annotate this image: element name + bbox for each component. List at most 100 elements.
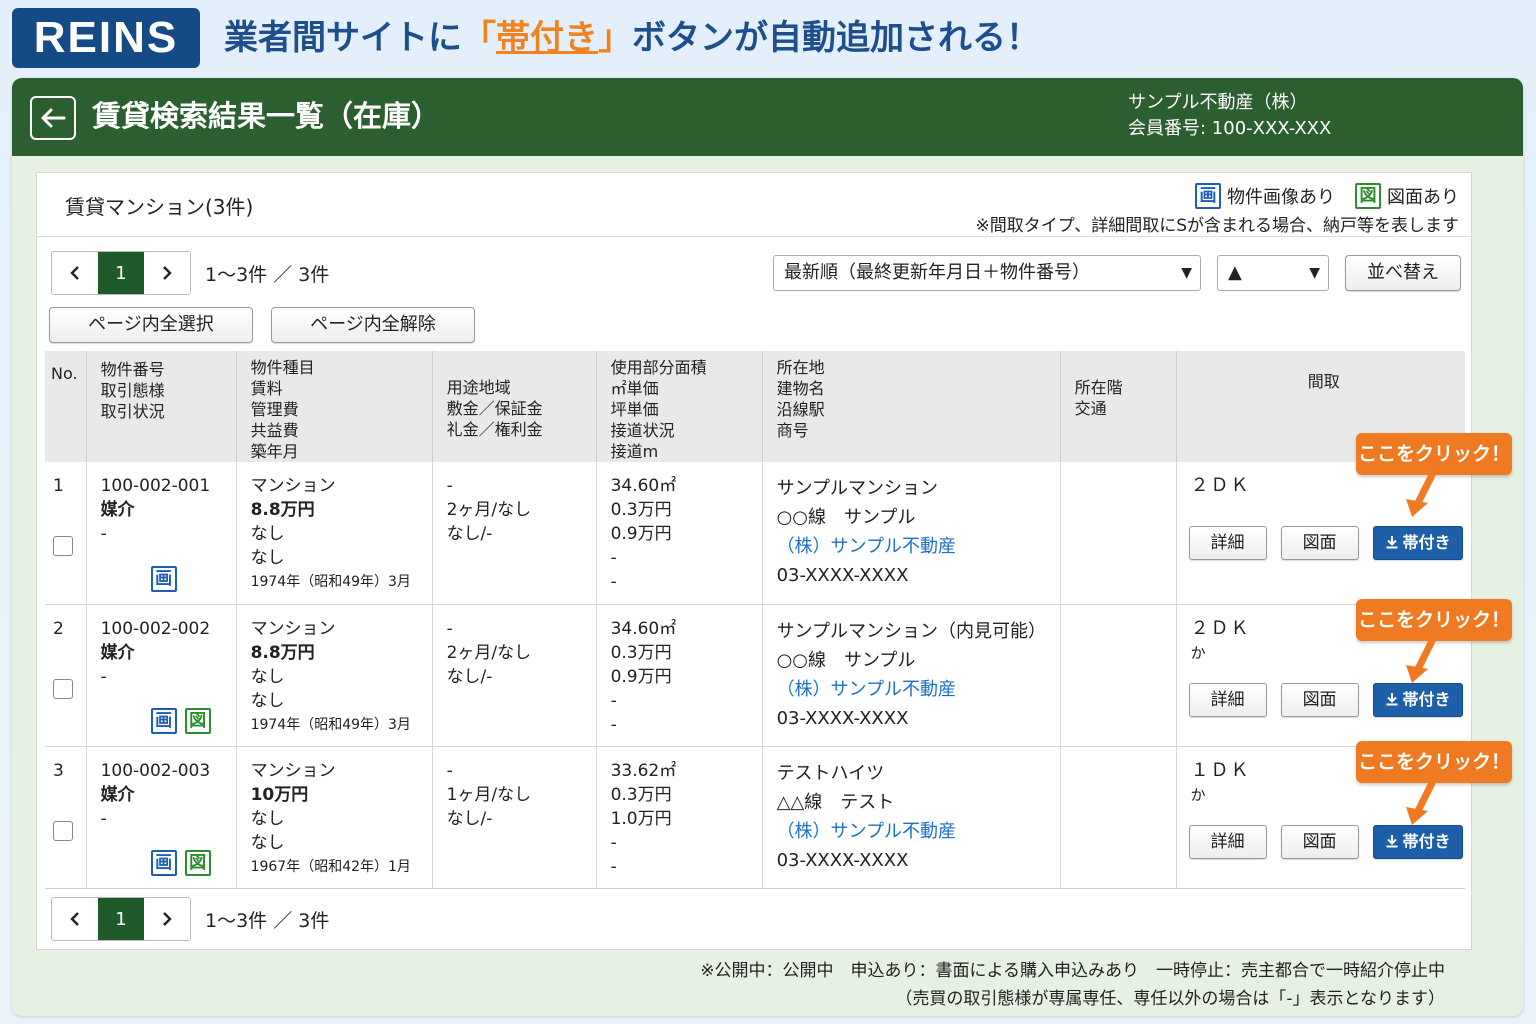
legend-note: ※間取タイプ、詳細間取にSが含まれる場合、納戸等を表します bbox=[975, 216, 1459, 236]
plan-button[interactable]: 図面 bbox=[1280, 824, 1359, 859]
headline-highlight: 帯付き bbox=[496, 18, 598, 58]
row-number: 2 bbox=[53, 618, 64, 639]
trade-mode: 媒介 bbox=[100, 500, 135, 520]
cell-type: マンション 8.8万円 なし なし 1974年（昭和49年）3月 bbox=[236, 462, 433, 605]
results-panel: 賃貸マンション(3件) 画 物件画像あり 図 図面あり ※間取タイプ、詳細間取に… bbox=[36, 172, 1473, 950]
download-icon bbox=[1386, 834, 1398, 847]
road-width: - bbox=[610, 856, 617, 877]
detail-button[interactable]: 詳細 bbox=[1188, 526, 1267, 560]
pointer-arrow-icon bbox=[1406, 473, 1436, 517]
col-id-label: 物件番号 bbox=[100, 360, 165, 379]
image-badge-icon[interactable]: 画 bbox=[150, 707, 177, 734]
chevron-down-icon: ▼ bbox=[1309, 265, 1320, 281]
next-page-button[interactable] bbox=[144, 898, 190, 940]
back-button[interactable] bbox=[30, 96, 76, 140]
pager-box: 1 bbox=[51, 251, 191, 295]
building-name: テストハイツ bbox=[776, 762, 885, 784]
sort-direction-select[interactable]: ▲ ▼ bbox=[1217, 255, 1329, 291]
tsubo-price: 0.9万円 bbox=[610, 524, 672, 544]
property-number: 100-002-001 bbox=[100, 476, 211, 496]
row-checkbox[interactable] bbox=[53, 678, 73, 699]
select-all-button[interactable]: ページ内全選択 bbox=[49, 307, 253, 343]
col-line-label: 沿線駅 bbox=[776, 400, 825, 419]
col-tsubo-label: 坪単価 bbox=[610, 400, 659, 419]
obi-button[interactable]: 帯付き bbox=[1372, 526, 1463, 560]
col-sqm-label: ㎡単価 bbox=[610, 379, 659, 398]
property-number: 100-002-002 bbox=[100, 618, 211, 639]
back-arrow-icon bbox=[41, 108, 66, 128]
image-badge-icon[interactable]: 画 bbox=[150, 849, 177, 876]
detail-button[interactable]: 詳細 bbox=[1188, 682, 1267, 717]
row-checkbox[interactable] bbox=[53, 820, 73, 841]
sort-order-value: 最新順（最終更新年月日＋物件番号） bbox=[784, 262, 1090, 283]
row-buttons: 詳細 図面 帯付き bbox=[1188, 682, 1463, 717]
legend-plan-label: 図面あり bbox=[1387, 187, 1459, 208]
obi-button[interactable]: 帯付き bbox=[1372, 682, 1463, 717]
deposit: 2ヶ月/なし bbox=[446, 642, 532, 663]
prev-page-button[interactable] bbox=[52, 898, 98, 940]
built-date: 1974年（昭和49年）3月 bbox=[250, 574, 411, 590]
plan-button[interactable]: 図面 bbox=[1280, 682, 1359, 717]
built-date: 1967年（昭和42年）1月 bbox=[250, 858, 411, 875]
promo-headline: 業者間サイトに「帯付き」ボタンが自動追加される！ bbox=[224, 14, 1040, 62]
row-checkbox[interactable] bbox=[53, 536, 73, 556]
row-badges: 画図 bbox=[150, 707, 211, 734]
col-building-label: 建物名 bbox=[776, 379, 825, 398]
col-floor: 所在階 交通 bbox=[1060, 351, 1177, 462]
obi-button-label: 帯付き bbox=[1402, 689, 1451, 709]
plan-button[interactable]: 図面 bbox=[1280, 526, 1359, 560]
cell-use: - 2ヶ月/なし なし/- bbox=[432, 462, 597, 605]
click-here-callout: ここをクリック！ bbox=[1356, 599, 1512, 641]
plan-badge-icon[interactable]: 図 bbox=[184, 707, 211, 734]
trade-name-link[interactable]: （株）サンプル不動産 bbox=[777, 817, 1052, 846]
footnote-status: ※公開中：公開中 申込あり：書面による購入申込みあり 一時停止：売主都合で一時紹… bbox=[700, 961, 1445, 981]
app-window: 賃貸検索結果一覧（在庫） サンプル不動産（株） 会員番号: 100-XXX-XX… bbox=[12, 78, 1523, 1016]
cell-no: 1 bbox=[45, 462, 87, 605]
zone: - bbox=[446, 760, 453, 781]
headline-bracket-close: 」 bbox=[598, 18, 632, 58]
next-page-button[interactable] bbox=[144, 252, 190, 294]
col-type-label: 物件種目 bbox=[250, 358, 315, 377]
deselect-all-button[interactable]: ページ内全解除 bbox=[271, 307, 475, 343]
plan-badge-icon[interactable]: 図 bbox=[184, 849, 211, 876]
image-badge-icon[interactable]: 画 bbox=[150, 565, 177, 592]
col-rent-label: 賃料 bbox=[250, 379, 283, 398]
col-type: 物件種目 賃料 管理費 共益費 築年月 bbox=[236, 351, 433, 462]
trade-name-link[interactable]: （株）サンプル不動産 bbox=[777, 532, 1052, 561]
phone-number: 03-XXXX-XXXX bbox=[776, 849, 909, 871]
cell-area: 34.60㎡ 0.3万円 0.9万円 - - bbox=[596, 462, 763, 605]
col-address-label: 所在地 bbox=[776, 358, 825, 377]
trade-name-link[interactable]: （株）サンプル不動産 bbox=[777, 675, 1052, 704]
sort-button[interactable]: 並べ替え bbox=[1345, 255, 1461, 291]
deposit: 1ヶ月/なし bbox=[446, 784, 532, 805]
legend-image-label: 物件画像あり bbox=[1227, 187, 1335, 208]
sort-direction-value: ▲ bbox=[1228, 262, 1242, 283]
sort-order-select[interactable]: 最新順（最終更新年月日＋物件番号） ▼ bbox=[773, 255, 1201, 291]
obi-button-label: 帯付き bbox=[1402, 831, 1451, 851]
download-icon bbox=[1386, 692, 1398, 705]
table-row: 1 100-002-001 媒介 - 画 マンション 8.8万円 なし なし 1974年（昭和49… bbox=[45, 462, 1465, 605]
col-built-label: 築年月 bbox=[250, 442, 299, 461]
col-access-label: 交通 bbox=[1074, 399, 1107, 418]
headline-pre: 業者間サイトに bbox=[224, 18, 462, 58]
col-area: 使用部分面積 ㎡単価 坪単価 接道状況 接道m bbox=[596, 351, 763, 462]
management-fee: なし bbox=[250, 808, 285, 829]
trade-status: - bbox=[100, 524, 107, 544]
detail-button[interactable]: 詳細 bbox=[1188, 824, 1267, 859]
row-number: 1 bbox=[53, 476, 64, 496]
header-bar: 賃貸検索結果一覧（在庫） サンプル不動産（株） 会員番号: 100-XXX-XX… bbox=[12, 78, 1523, 156]
sqm-price: 0.3万円 bbox=[610, 784, 672, 805]
obi-button[interactable]: 帯付き bbox=[1372, 824, 1463, 859]
click-here-callout: ここをクリック！ bbox=[1356, 741, 1512, 783]
built-date: 1974年（昭和49年）3月 bbox=[250, 716, 411, 733]
chevron-right-icon bbox=[163, 266, 172, 280]
cell-location: サンプルマンション ○○線 サンプル （株）サンプル不動産 03-XXXX-XXXX bbox=[762, 462, 1061, 605]
trade-status: - bbox=[100, 666, 107, 687]
col-floor-label: 所在階 bbox=[1074, 378, 1123, 397]
col-status-label: 取引状況 bbox=[100, 402, 165, 421]
cell-floor bbox=[1060, 462, 1177, 605]
prev-page-button[interactable] bbox=[52, 252, 98, 294]
current-page[interactable]: 1 bbox=[98, 898, 144, 940]
current-page[interactable]: 1 bbox=[98, 252, 144, 294]
results-table: No. 物件番号 取引態様 取引状況 物件種目 賃料 管理費 共益費 築年月 用… bbox=[45, 351, 1465, 889]
